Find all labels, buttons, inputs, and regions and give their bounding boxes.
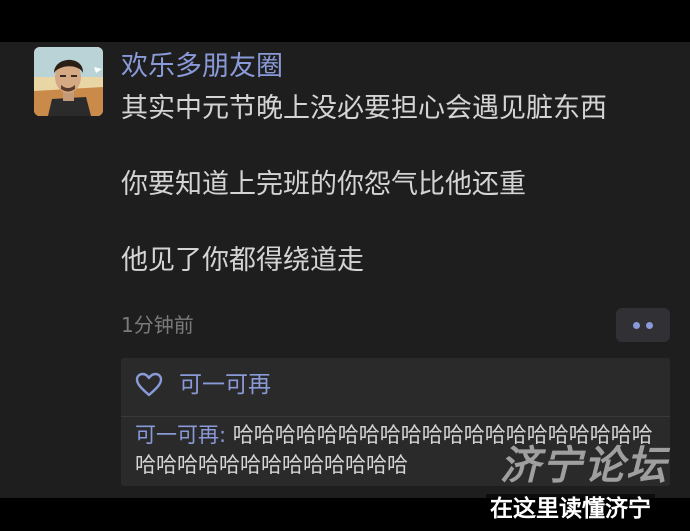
heart-outline-icon bbox=[135, 372, 163, 397]
more-dots-icon bbox=[646, 321, 653, 329]
screen: 欢乐多朋友圈 其实中元节晚上没必要担心会遇见脏东西 你要知道上完班的你怨气比他还… bbox=[0, 0, 690, 531]
more-dots-icon bbox=[633, 321, 640, 329]
more-actions-button[interactable] bbox=[616, 308, 670, 342]
comment-author[interactable]: 可一可再: bbox=[135, 423, 226, 447]
post-timestamp: 1分钟前 bbox=[121, 313, 194, 337]
post-text-line-3: 他见了你都得绕道走 bbox=[121, 245, 364, 276]
post-text-line-1: 其实中元节晚上没必要担心会遇见脏东西 bbox=[121, 93, 607, 124]
like-user-name[interactable]: 可一可再 bbox=[179, 370, 271, 400]
avatar[interactable] bbox=[34, 47, 103, 116]
watermark: 济宁论坛 在这里读懂济宁 bbox=[486, 442, 682, 524]
likes-row: 可一可再 bbox=[135, 370, 271, 400]
watermark-slogan: 在这里读懂济宁 bbox=[486, 494, 655, 524]
panel-divider bbox=[121, 416, 670, 417]
post-text-line-2: 你要知道上完班的你怨气比他还重 bbox=[121, 169, 526, 200]
moments-post: 欢乐多朋友圈 其实中元节晚上没必要担心会遇见脏东西 你要知道上完班的你怨气比他还… bbox=[0, 42, 690, 498]
post-username[interactable]: 欢乐多朋友圈 bbox=[121, 50, 283, 84]
avatar-illustration bbox=[34, 47, 103, 116]
watermark-brand: 济宁论坛 bbox=[500, 443, 668, 489]
